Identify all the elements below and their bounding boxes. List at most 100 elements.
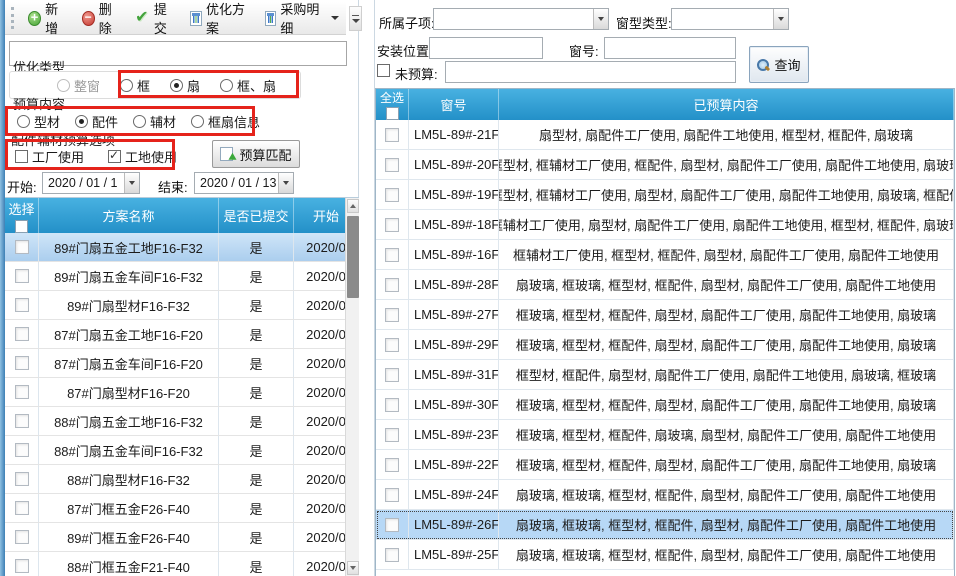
row-checkbox[interactable]	[385, 428, 399, 442]
sub-item-select[interactable]	[433, 8, 609, 30]
row-checkbox[interactable]	[385, 488, 399, 502]
window-row[interactable]: LM5L-89#-24F22扇玻璃, 框玻璃, 框型材, 框配件, 扇型材, 扇…	[376, 480, 954, 510]
row-checkbox[interactable]	[385, 278, 399, 292]
radio-框、扇[interactable]: 框、扇	[220, 76, 276, 95]
start-date-dropdown-icon[interactable]	[124, 173, 139, 193]
purchase-detail-button[interactable]: 采购明细	[258, 0, 346, 41]
radio-框[interactable]: 框	[120, 76, 150, 95]
install-position-input[interactable]	[429, 37, 543, 59]
scrollbar-thumb[interactable]	[347, 216, 359, 298]
delete-button[interactable]: 删除	[75, 0, 129, 41]
window-row[interactable]: LM5L-89#-28F26扇玻璃, 框玻璃, 框型材, 框配件, 扇型材, 扇…	[376, 270, 954, 300]
row-checkbox[interactable]	[385, 158, 399, 172]
toolbar-grip-handle[interactable]	[11, 7, 15, 29]
end-date-label: 结束:	[158, 177, 188, 196]
end-date-picker[interactable]: 2020 / 01 / 13	[194, 172, 294, 194]
window-row-select-cell	[376, 390, 409, 419]
scroll-down-icon[interactable]	[347, 561, 359, 575]
plan-row[interactable]: 89#门扇五金工地F16-F32是2020/0	[5, 233, 359, 262]
row-checkbox[interactable]	[385, 308, 399, 322]
checkbox-工地使用[interactable]: 工地使用	[108, 147, 177, 166]
plan-row[interactable]: 88#门扇型材F16-F32是2020/0	[5, 465, 359, 494]
radio-配件[interactable]: 配件	[75, 112, 118, 131]
window-row[interactable]: LM5L-89#-29F27框玻璃, 框型材, 框配件, 扇型材, 扇配件工厂使…	[376, 330, 954, 360]
plan-name-cell: 89#门扇五金车间F16-F32	[39, 262, 219, 290]
plan-row[interactable]: 88#门扇五金车间F16-F32是2020/0	[5, 436, 359, 465]
radio-辅材[interactable]: 辅材	[133, 112, 176, 131]
window-row[interactable]: LM5L-89#-25F23扇玻璃, 框玻璃, 框型材, 框配件, 扇型材, 扇…	[376, 540, 954, 570]
toolbar-overflow-button[interactable]	[349, 6, 362, 31]
row-checkbox[interactable]	[15, 530, 29, 544]
window-row[interactable]: LM5L-89#-26F24扇玻璃, 框玻璃, 框型材, 框配件, 扇型材, 扇…	[376, 510, 954, 540]
radio-型材[interactable]: 型材	[17, 112, 60, 131]
window-row[interactable]: LM5L-89#-22F20框玻璃, 框型材, 框配件, 扇型材, 扇配件工厂使…	[376, 450, 954, 480]
plan-submitted-cell: 是	[219, 407, 294, 435]
row-checkbox[interactable]	[15, 559, 29, 573]
window-type-dropdown-icon[interactable]	[773, 9, 788, 29]
window-row[interactable]: LM5L-89#-16F15框辅材工厂使用, 框型材, 框配件, 扇型材, 扇配…	[376, 240, 954, 270]
plan-table-scrollbar[interactable]	[345, 198, 359, 576]
start-date-picker[interactable]: 2020 / 01 / 1	[42, 172, 140, 194]
row-checkbox[interactable]	[385, 458, 399, 472]
row-checkbox[interactable]	[385, 548, 399, 562]
row-checkbox[interactable]	[385, 338, 399, 352]
radio-扇[interactable]: 扇	[170, 76, 200, 95]
row-checkbox[interactable]	[385, 398, 399, 412]
plan-row[interactable]: 87#门扇五金车间F16-F20是2020/0	[5, 349, 359, 378]
plan-row[interactable]: 88#门扇五金工地F16-F32是2020/0	[5, 407, 359, 436]
row-checkbox[interactable]	[15, 356, 29, 370]
query-button[interactable]: 查询	[749, 46, 809, 83]
window-row[interactable]: LM5L-89#-27F25框玻璃, 框型材, 框配件, 扇型材, 扇配件工厂使…	[376, 300, 954, 330]
budget-match-button[interactable]: 预算匹配	[212, 140, 300, 168]
plan-row[interactable]: 89#门框五金F26-F40是2020/0	[5, 523, 359, 552]
radio-框扇信息[interactable]: 框扇信息	[191, 112, 260, 131]
window-row[interactable]: LM5L-89#-23F21框玻璃, 框型材, 框配件, 扇玻璃, 扇型材, 扇…	[376, 420, 954, 450]
sub-item-dropdown-icon[interactable]	[593, 9, 608, 29]
row-checkbox[interactable]	[385, 368, 399, 382]
plan-row[interactable]: 87#门扇五金工地F16-F20是2020/0	[5, 320, 359, 349]
window-row[interactable]: LM5L-89#-20F18框型材, 框辅材工厂使用, 框配件, 扇型材, 扇配…	[376, 150, 954, 180]
submit-button[interactable]: 提交	[128, 0, 183, 41]
no-budget-input[interactable]	[445, 61, 736, 83]
select-all-plans-checkbox[interactable]	[15, 220, 28, 233]
plan-row[interactable]: 88#门框五金F21-F40是2020/0	[5, 552, 359, 576]
plan-row[interactable]: 87#门扇型材F16-F20是2020/0	[5, 378, 359, 407]
window-row[interactable]: LM5L-89#-30F28框玻璃, 框型材, 框配件, 扇型材, 扇配件工厂使…	[376, 390, 954, 420]
row-checkbox[interactable]	[385, 128, 399, 142]
row-checkbox[interactable]	[385, 218, 399, 232]
window-no-input[interactable]	[604, 37, 736, 59]
plan-row[interactable]: 89#门扇型材F16-F32是2020/0	[5, 291, 359, 320]
row-checkbox[interactable]	[15, 269, 29, 283]
row-checkbox[interactable]	[15, 327, 29, 341]
no-budget-checkbox[interactable]	[377, 64, 390, 77]
row-checkbox[interactable]	[15, 443, 29, 457]
window-no-label: 窗号:	[569, 41, 599, 60]
optimize-plan-button[interactable]: 优化方案	[183, 0, 258, 41]
row-checkbox[interactable]	[385, 518, 399, 532]
row-checkbox[interactable]	[15, 240, 29, 254]
plan-row[interactable]: 89#门扇五金车间F16-F32是2020/0	[5, 262, 359, 291]
row-checkbox[interactable]	[15, 298, 29, 312]
window-type-select[interactable]	[671, 8, 789, 30]
plan-row-select-cell	[5, 523, 39, 551]
end-date-dropdown-icon[interactable]	[278, 173, 293, 193]
row-checkbox[interactable]	[15, 385, 29, 399]
row-checkbox[interactable]	[15, 414, 29, 428]
window-table-header: 全选 窗号 已预算内容	[376, 89, 954, 120]
scroll-up-icon[interactable]	[347, 199, 359, 213]
checkbox-工厂使用[interactable]: 工厂使用	[15, 147, 84, 166]
row-checkbox[interactable]	[15, 501, 29, 515]
add-button[interactable]: 新增	[21, 0, 75, 41]
row-checkbox[interactable]	[385, 248, 399, 262]
window-row[interactable]: LM5L-89#-31F29框型材, 框配件, 扇型材, 扇配件工厂使用, 扇配…	[376, 360, 954, 390]
window-row-select-cell	[376, 450, 409, 479]
window-row[interactable]: LM5L-89#-19F17框型材, 框辅材工厂使用, 扇型材, 扇配件工厂使用…	[376, 180, 954, 210]
window-row[interactable]: LM5L-89#-18F16框辅材工厂使用, 扇型材, 扇配件工厂使用, 扇配件…	[376, 210, 954, 240]
window-row[interactable]: LM5L-89#-21F19扇型材, 扇配件工厂使用, 扇配件工地使用, 框型材…	[376, 120, 954, 150]
plan-row[interactable]: 87#门框五金F26-F40是2020/0	[5, 494, 359, 523]
row-checkbox[interactable]	[385, 188, 399, 202]
plan-name-cell: 89#门框五金F26-F40	[39, 523, 219, 551]
select-all-windows-checkbox[interactable]	[386, 107, 399, 120]
row-checkbox[interactable]	[15, 472, 29, 486]
window-row-select-cell	[376, 180, 409, 209]
